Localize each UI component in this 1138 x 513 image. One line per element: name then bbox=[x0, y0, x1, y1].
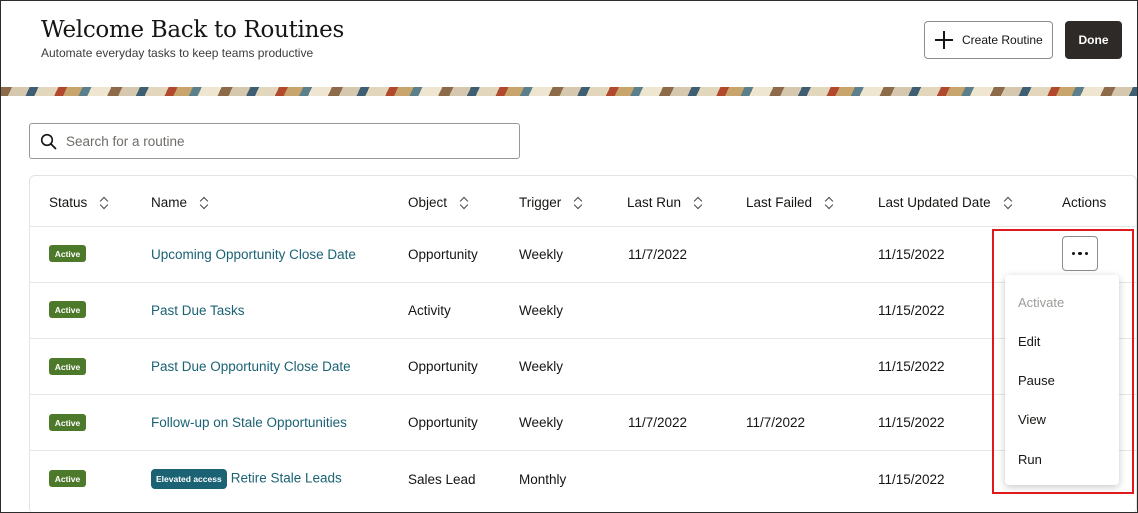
routine-name-cell: Elevated access Retire Stale Leads bbox=[151, 469, 342, 489]
column-header-label: Last Updated Date bbox=[878, 195, 991, 210]
last-updated-cell: 11/15/2022 bbox=[878, 472, 945, 487]
column-header-label: Last Run bbox=[627, 195, 682, 210]
decorative-banner bbox=[1, 87, 1137, 96]
column-header-last-run[interactable]: Last Run bbox=[627, 195, 703, 210]
sort-icon bbox=[1003, 197, 1013, 209]
app-window: Welcome Back to Routines Automate everyd… bbox=[0, 0, 1138, 513]
search-box[interactable] bbox=[29, 123, 520, 159]
sort-icon bbox=[99, 197, 109, 209]
menu-item-run[interactable]: Run bbox=[1018, 452, 1042, 467]
status-badge: Active bbox=[49, 358, 86, 375]
column-header-label: Last Failed bbox=[746, 195, 813, 210]
row-actions-button[interactable] bbox=[1062, 236, 1098, 271]
done-button[interactable]: Done bbox=[1065, 21, 1122, 59]
more-horizontal-icon bbox=[1071, 251, 1089, 256]
menu-item-view[interactable]: View bbox=[1018, 412, 1046, 427]
menu-item-edit[interactable]: Edit bbox=[1018, 334, 1040, 349]
last-run-cell: 11/7/2022 bbox=[628, 247, 688, 262]
sort-icon bbox=[199, 197, 209, 209]
sort-icon bbox=[459, 197, 469, 209]
page-header: Welcome Back to Routines Automate everyd… bbox=[1, 1, 1137, 87]
last-updated-cell: 11/15/2022 bbox=[878, 359, 945, 374]
trigger-cell: Weekly bbox=[519, 415, 564, 430]
routine-name-link[interactable]: Upcoming Opportunity Close Date bbox=[151, 247, 356, 262]
routine-name-link[interactable]: Follow-up on Stale Opportunities bbox=[151, 415, 347, 430]
sort-icon bbox=[824, 197, 834, 209]
column-header-label: Status bbox=[49, 195, 88, 210]
last-run-cell: 11/7/2022 bbox=[628, 415, 688, 430]
status-badge: Active bbox=[49, 414, 86, 431]
last-updated-cell: 11/15/2022 bbox=[878, 303, 945, 318]
column-header-trigger[interactable]: Trigger bbox=[519, 195, 583, 210]
row-divider bbox=[30, 338, 1136, 339]
page-title: Welcome Back to Routines bbox=[41, 17, 344, 43]
status-badge: Active bbox=[49, 470, 86, 487]
row-divider bbox=[30, 450, 1136, 451]
column-header-label: Actions bbox=[1062, 195, 1107, 210]
menu-item-pause[interactable]: Pause bbox=[1018, 373, 1055, 388]
last-updated-cell: 11/15/2022 bbox=[878, 415, 945, 430]
column-header-label: Object bbox=[408, 195, 448, 210]
object-cell: Sales Lead bbox=[408, 472, 476, 487]
column-header-last-failed[interactable]: Last Failed bbox=[746, 195, 834, 210]
row-divider bbox=[30, 282, 1136, 283]
create-routine-label: Create Routine bbox=[962, 33, 1043, 47]
elevated-access-badge: Elevated access bbox=[151, 469, 227, 489]
actions-menu: Activate Edit Pause View Run bbox=[1005, 275, 1119, 485]
sort-icon bbox=[693, 197, 703, 209]
routine-name-link[interactable]: Retire Stale Leads bbox=[231, 471, 342, 486]
menu-item-activate: Activate bbox=[1018, 295, 1065, 310]
column-header-status[interactable]: Status bbox=[49, 195, 109, 210]
status-badge: Active bbox=[49, 245, 86, 262]
column-header-name[interactable]: Name bbox=[151, 195, 209, 210]
plus-icon bbox=[935, 31, 953, 49]
column-header-label: Trigger bbox=[519, 195, 562, 210]
sort-icon bbox=[573, 197, 583, 209]
page-subtitle: Automate everyday tasks to keep teams pr… bbox=[41, 46, 314, 60]
column-header-actions: Actions bbox=[1062, 195, 1106, 210]
trigger-cell: Weekly bbox=[519, 359, 564, 374]
row-divider bbox=[30, 394, 1136, 395]
trigger-cell: Monthly bbox=[519, 472, 567, 487]
column-header-object[interactable]: Object bbox=[408, 195, 469, 210]
last-failed-cell: 11/7/2022 bbox=[746, 415, 806, 430]
search-input[interactable] bbox=[66, 133, 486, 149]
column-header-label: Name bbox=[151, 195, 188, 210]
object-cell: Opportunity bbox=[408, 247, 478, 262]
routine-name-link[interactable]: Past Due Opportunity Close Date bbox=[151, 359, 351, 374]
column-header-last-updated[interactable]: Last Updated Date bbox=[878, 195, 1013, 210]
trigger-cell: Weekly bbox=[519, 247, 564, 262]
last-updated-cell: 11/15/2022 bbox=[878, 247, 945, 262]
object-cell: Opportunity bbox=[408, 359, 478, 374]
row-divider bbox=[30, 226, 1136, 227]
create-routine-button[interactable]: Create Routine bbox=[924, 21, 1053, 59]
status-badge: Active bbox=[49, 301, 86, 318]
trigger-cell: Weekly bbox=[519, 303, 564, 318]
search-icon bbox=[40, 133, 57, 149]
object-cell: Activity bbox=[408, 303, 451, 318]
routine-name-link[interactable]: Past Due Tasks bbox=[151, 303, 245, 318]
object-cell: Opportunity bbox=[408, 415, 478, 430]
